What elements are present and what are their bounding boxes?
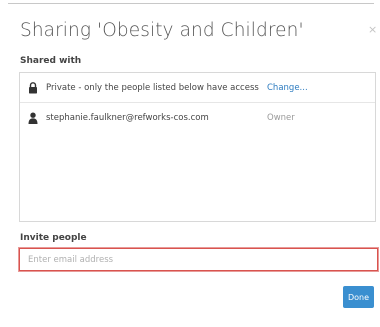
privacy-status-text: Private - only the people listed below h… [46,82,259,93]
close-icon[interactable]: × [368,24,377,35]
user-icon [27,111,39,125]
dialog-title: Sharing 'Obesity and Children' [20,20,304,41]
privacy-row: Private - only the people listed below h… [20,73,375,103]
invite-people-label: Invite people [20,233,87,243]
invite-email-input[interactable] [18,247,379,272]
done-button[interactable]: Done [343,286,374,308]
shared-with-list: Private - only the people listed below h… [19,72,376,222]
change-privacy-link[interactable]: Change... [267,83,308,93]
member-row: stephanie.faulkner@refworks-cos.com Owne… [20,103,375,133]
share-dialog: Sharing 'Obesity and Children' × Shared … [0,0,380,327]
shared-with-label: Shared with [20,56,82,66]
member-role: Owner [267,113,295,123]
lock-icon [27,81,39,95]
member-email: stephanie.faulkner@refworks-cos.com [46,113,209,123]
dialog-top-divider [8,3,374,4]
